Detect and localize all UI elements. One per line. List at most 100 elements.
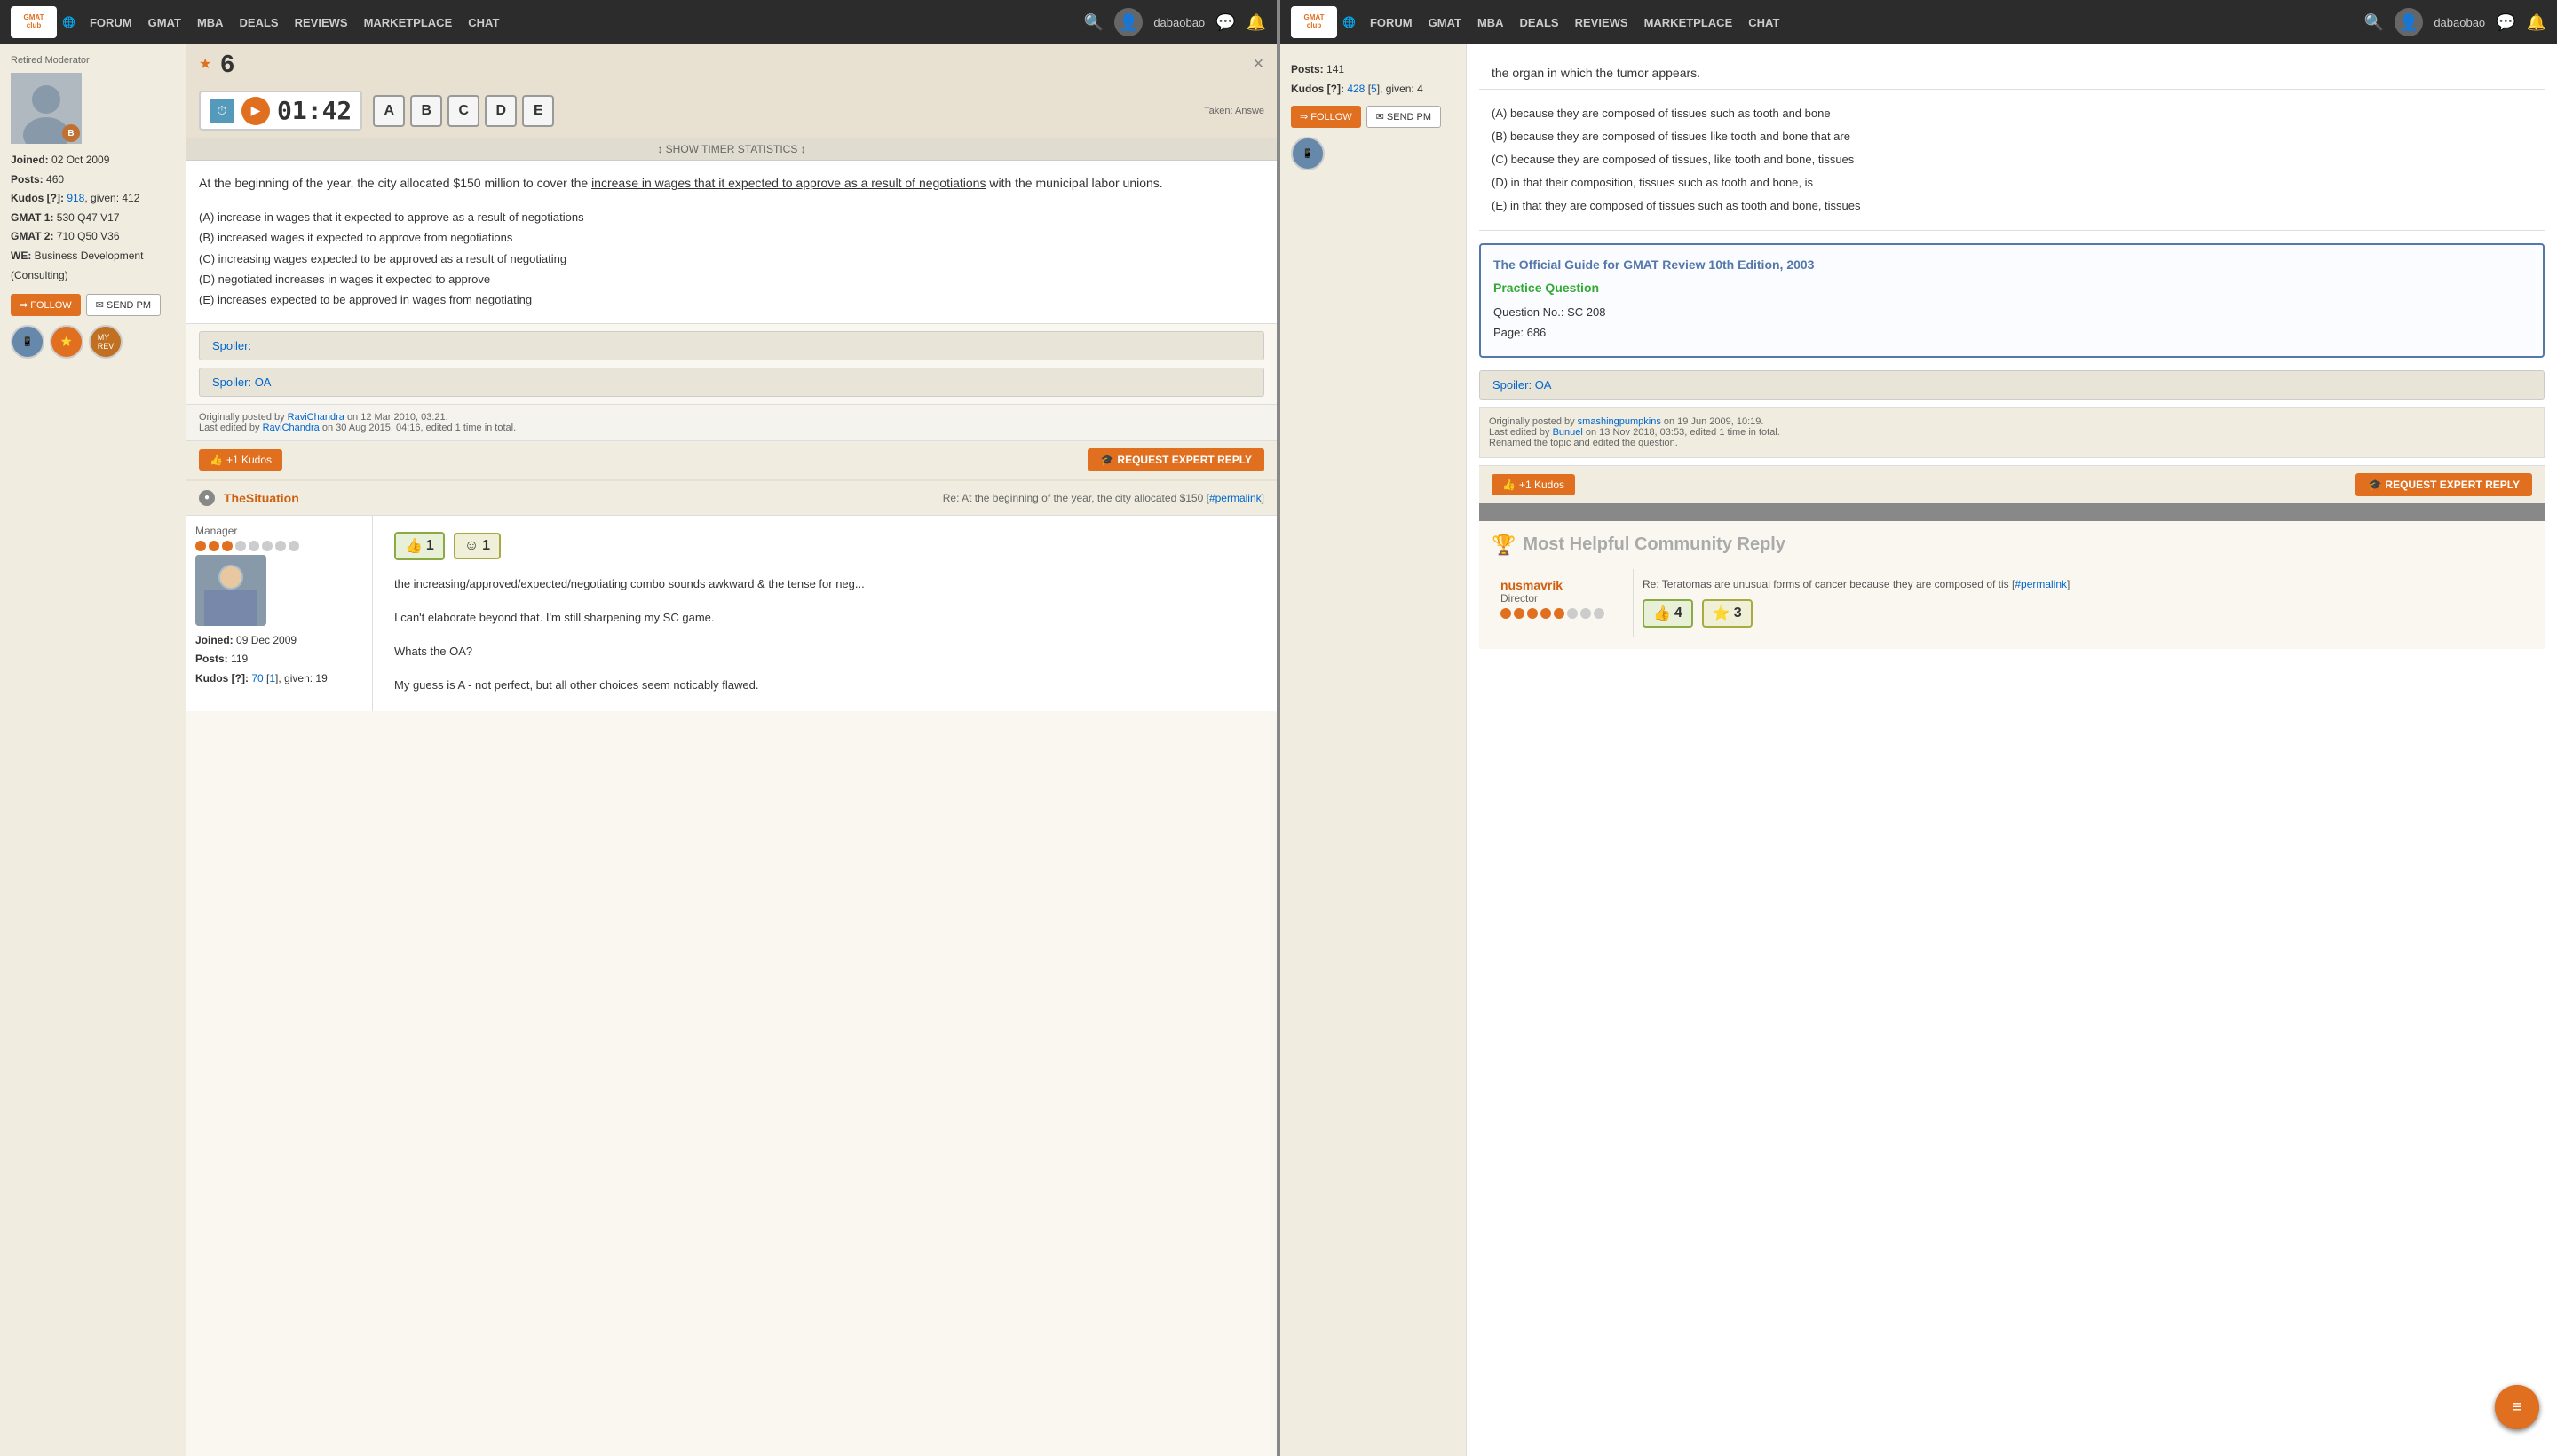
spoiler-1-link[interactable]: Spoiler: (212, 339, 251, 352)
user-avatar-left[interactable]: 👤 (1114, 8, 1143, 36)
answer-e[interactable]: E (522, 95, 554, 127)
right-last-edited: Last edited by Bunuel on 13 Nov 2018, 03… (1489, 427, 2535, 438)
timer-display: 01:42 (277, 96, 352, 125)
expert-reply-button[interactable]: 🎓 REQUEST EXPERT REPLY (1088, 448, 1264, 471)
show-timer-stats[interactable]: ↕ SHOW TIMER STATISTICS ↕ (186, 138, 1277, 161)
reply-sidebar: Manager (186, 516, 373, 711)
nav-chat-right[interactable]: CHAT (1748, 16, 1779, 29)
nav-reviews-right[interactable]: REVIEWS (1575, 16, 1628, 29)
answer-d[interactable]: D (485, 95, 517, 127)
reply-subject: Re: At the beginning of the year, the ci… (943, 492, 1264, 504)
right-post-actions: 👍 +1 Kudos 🎓 REQUEST EXPERT REPLY (1479, 465, 2545, 503)
right-sidebar-buttons: ⇒ FOLLOW ✉ SEND PM (1291, 106, 1455, 128)
messages-icon-left[interactable]: 💬 (1215, 13, 1235, 32)
right-kudos-button[interactable]: 👍 +1 Kudos (1492, 474, 1575, 495)
kudos-button[interactable]: 👍 +1 Kudos (199, 449, 282, 471)
right-expert-reply-button[interactable]: 🎓 REQUEST EXPERT REPLY (2355, 473, 2532, 496)
nav-forum-right[interactable]: FORUM (1370, 16, 1413, 29)
taken-label: Taken: Answe (1204, 106, 1264, 116)
sidebar-kudos[interactable]: 918 (67, 192, 84, 204)
star-badge: ⭐ (50, 325, 83, 359)
community-username[interactable]: nusmavrik (1500, 578, 1563, 592)
thumbs-up-reaction[interactable]: 👍 1 (394, 532, 445, 560)
logo-left[interactable]: GMATclub 🌐 (11, 6, 75, 38)
nav-marketplace-right[interactable]: MARKETPLACE (1644, 16, 1733, 29)
nav-mba-right[interactable]: MBA (1477, 16, 1504, 29)
choice-a: (A) increase in wages that it expected t… (199, 207, 1264, 227)
question-body: At the beginning of the year, the city a… (186, 161, 1277, 324)
spoiler-2-link[interactable]: Spoiler: OA (212, 376, 271, 389)
star-rating: ★ (199, 55, 211, 73)
nav-forum-left[interactable]: FORUM (90, 16, 132, 29)
post-footer: Originally posted by RaviChandra on 12 M… (186, 404, 1277, 440)
right-spoiler-link[interactable]: Spoiler: OA (1492, 378, 1551, 392)
nav-right-right: 🔍 👤 dabaobao 💬 🔔 (2364, 8, 2546, 36)
right-choices: (A) because they are composed of tissues… (1492, 102, 2532, 218)
messages-icon-right[interactable]: 💬 (2496, 13, 2515, 32)
nav-gmat-right[interactable]: GMAT (1429, 16, 1461, 29)
right-scroll-button[interactable]: ≡ (2495, 1385, 2539, 1429)
spoiler-2[interactable]: Spoiler: OA (199, 368, 1264, 397)
follow-button[interactable]: ⇒ FOLLOW (11, 294, 81, 316)
reply-username[interactable]: TheSituation (224, 491, 299, 505)
reply-section: ● TheSituation Re: At the beginning of t… (186, 479, 1277, 711)
nav-gmat-left[interactable]: GMAT (148, 16, 181, 29)
pm-button[interactable]: ✉ SEND PM (86, 294, 161, 316)
right-pm-button[interactable]: ✉ SEND PM (1366, 106, 1441, 128)
answer-b[interactable]: B (410, 95, 442, 127)
user-avatar-right[interactable]: 👤 (2395, 8, 2423, 36)
badge-row: 📱 ⭐ MYREV (11, 325, 175, 359)
renamed-note: Renamed the topic and edited the questio… (1489, 438, 2535, 448)
spoiler-1[interactable]: Spoiler: (199, 331, 1264, 360)
comm-dot-6 (1567, 608, 1578, 619)
choice-d: (D) negotiated increases in wages it exp… (199, 269, 1264, 289)
username-right[interactable]: dabaobao (2434, 16, 2485, 29)
editor2-link[interactable]: Bunuel (1553, 427, 1583, 438)
right-kudos-link[interactable]: 428 (1347, 83, 1365, 95)
community-reaction-row: 👍 4 ⭐ 3 (1643, 599, 2523, 628)
nav-mba-left[interactable]: MBA (197, 16, 224, 29)
reply-kudos-1-link[interactable]: 1 (269, 672, 275, 684)
comm-dot-1 (1500, 608, 1511, 619)
reply-body: Manager (186, 516, 1277, 711)
right-spoiler-oa[interactable]: Spoiler: OA (1479, 370, 2545, 400)
right-main: the organ in which the tumor appears. (A… (1467, 44, 2557, 1456)
nav-deals-right[interactable]: DEALS (1520, 16, 1559, 29)
notifications-icon-left[interactable]: 🔔 (1247, 13, 1266, 32)
right-follow-button[interactable]: ⇒ FOLLOW (1291, 106, 1361, 128)
editor1-link[interactable]: RaviChandra (263, 423, 320, 433)
poster1-link[interactable]: RaviChandra (288, 412, 344, 423)
sidebar-kudos-given: given: 412 (91, 192, 139, 204)
search-icon-left[interactable]: 🔍 (1084, 13, 1104, 32)
reply-kudos-link[interactable]: 70 (251, 672, 263, 684)
answer-choices: (A) increase in wages that it expected t… (199, 207, 1264, 311)
sidebar-buttons: ⇒ FOLLOW ✉ SEND PM (11, 294, 175, 316)
username-left[interactable]: dabaobao (1153, 16, 1205, 29)
logo-right[interactable]: GMATclub 🌐 (1291, 6, 1356, 38)
right-choice-a: (A) because they are composed of tissues… (1492, 102, 2532, 125)
reply-text-2: I can't elaborate beyond that. I'm still… (382, 601, 1268, 635)
notifications-icon-right[interactable]: 🔔 (2527, 13, 2546, 32)
right-kudos-5-link[interactable]: 5 (1371, 83, 1377, 95)
answer-c[interactable]: C (447, 95, 479, 127)
answer-a[interactable]: A (373, 95, 405, 127)
close-icon[interactable]: ✕ (1253, 55, 1264, 73)
permalink-link[interactable]: #permalink (1209, 492, 1262, 504)
nav-deals-left[interactable]: DEALS (240, 16, 279, 29)
community-thumbs-reaction[interactable]: 👍 4 (1643, 599, 1693, 628)
community-permalink[interactable]: #permalink (2015, 578, 2067, 590)
search-icon-right[interactable]: 🔍 (2364, 13, 2384, 32)
poster2-link[interactable]: smashingpumpkins (1578, 416, 1661, 427)
reply-user-info: Joined: 09 Dec 2009 Posts: 119 Kudos [?]… (195, 631, 363, 689)
smile-reaction[interactable]: ☺ 1 (454, 533, 501, 559)
community-star-reaction[interactable]: ⭐ 3 (1702, 599, 1753, 628)
section-divider (1479, 503, 2545, 521)
choice-c: (C) increasing wages expected to be appr… (199, 249, 1264, 269)
nav-chat-left[interactable]: CHAT (468, 16, 499, 29)
choice-b: (B) increased wages it expected to appro… (199, 227, 1264, 248)
reply-content: 👍 1 ☺ 1 the increasing/approved/expected… (373, 516, 1277, 711)
nav-links-left: FORUM GMAT MBA DEALS REVIEWS MARKETPLACE… (90, 16, 499, 29)
nav-reviews-left[interactable]: REVIEWS (295, 16, 348, 29)
nav-marketplace-left[interactable]: MARKETPLACE (364, 16, 453, 29)
play-button[interactable]: ▶ (241, 97, 270, 125)
